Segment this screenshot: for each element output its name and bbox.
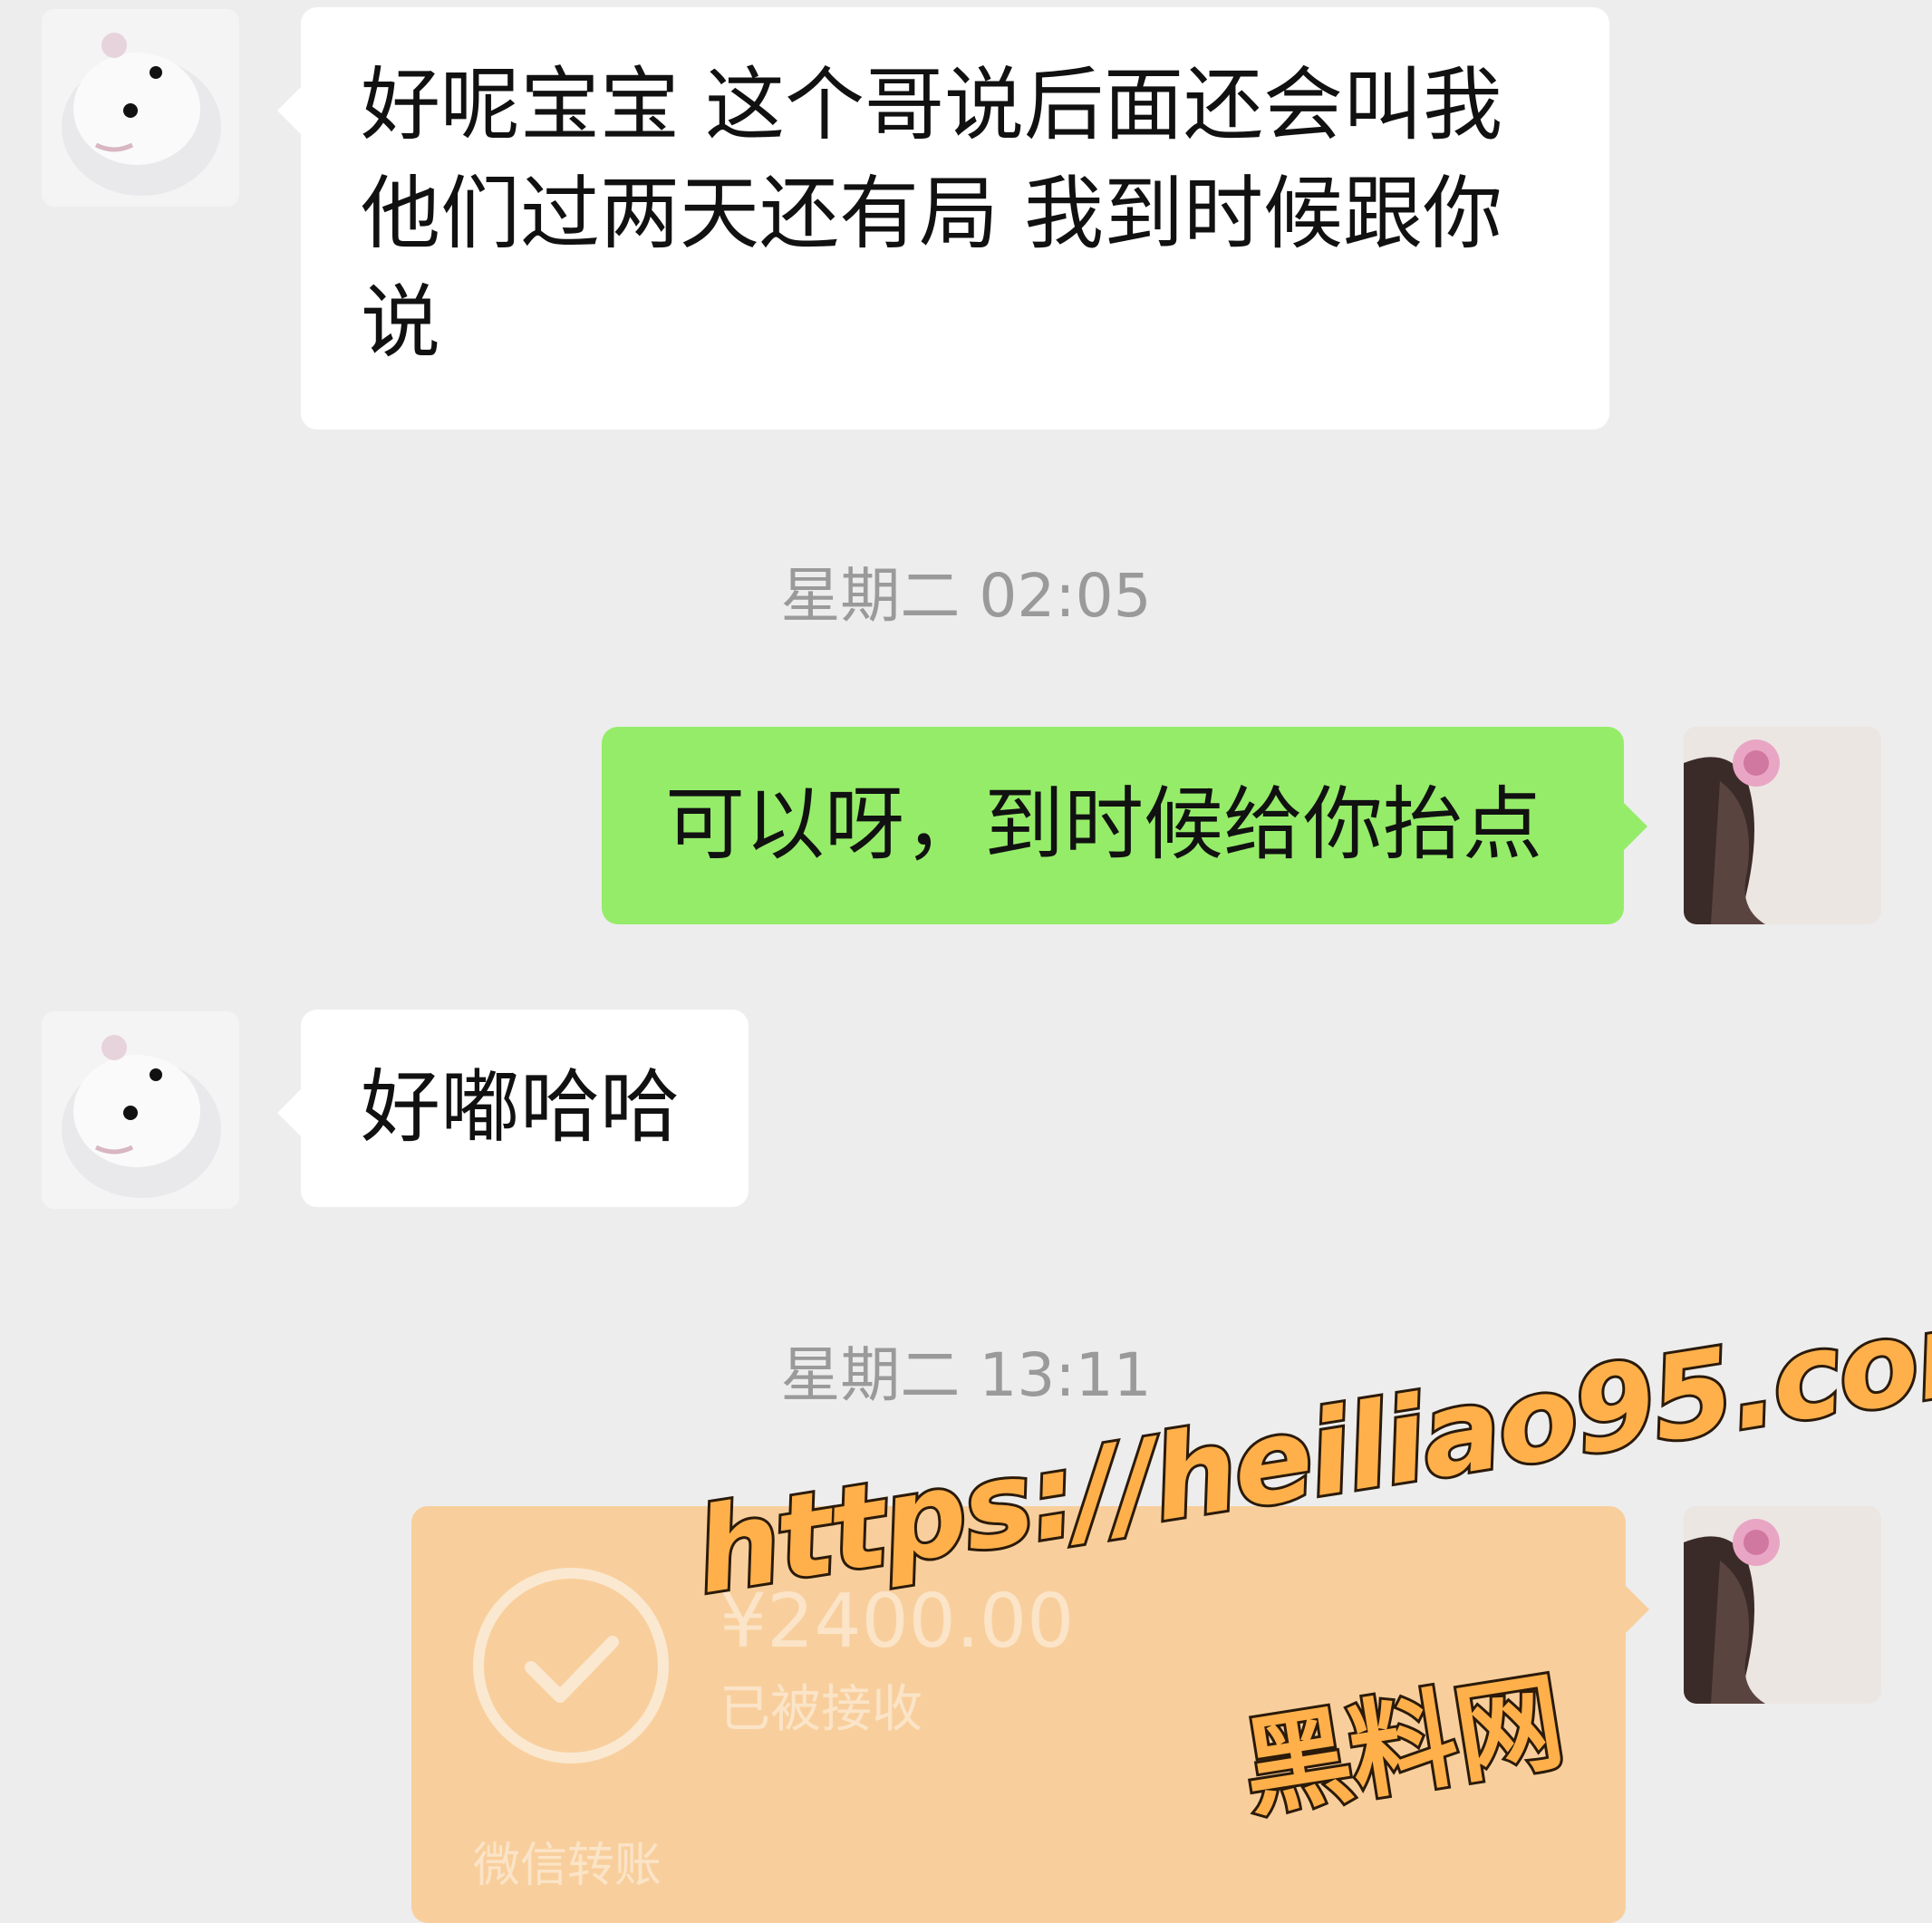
cat-avatar-icon (42, 9, 239, 207)
check-circle-icon (473, 1568, 669, 1764)
transfer-footer: 微信转账 (473, 1839, 662, 1893)
message-bubble-incoming[interactable]: 好呢宝宝 这个哥说后面还会叫我 他们过两天还有局 我到时候跟你 说 (277, 7, 1609, 430)
message-text: 可以呀，到时候给你抬点 (665, 778, 1543, 871)
message-text: 好嘟哈哈 (361, 1060, 681, 1154)
message-text-line: 他们过两天还有局 我到时候跟你 (361, 167, 1502, 260)
message-text-line: 好呢宝宝 这个哥说后面还会叫我 (361, 58, 1502, 151)
chat-screen: { "messages": [ {"sender": "contact", "t… (0, 0, 1932, 1923)
timestamp: 星期二 02:05 (780, 561, 1152, 631)
message-bubble-incoming[interactable]: 好嘟哈哈 (277, 1010, 749, 1207)
watermark: https://heiliao95.com 黑料网 (684, 1273, 1932, 1835)
watermark-url: https://heiliao95.com (684, 1273, 1932, 1624)
message-text-line: 说 (361, 275, 441, 369)
contact-avatar[interactable] (42, 9, 239, 207)
message-bubble-outgoing[interactable]: 可以呀，到时候给你抬点 (602, 727, 1647, 924)
self-avatar[interactable] (1684, 727, 1881, 924)
contact-avatar[interactable] (42, 1011, 239, 1209)
girl-avatar-icon (1684, 727, 1881, 924)
cat-avatar-icon (42, 1011, 239, 1209)
